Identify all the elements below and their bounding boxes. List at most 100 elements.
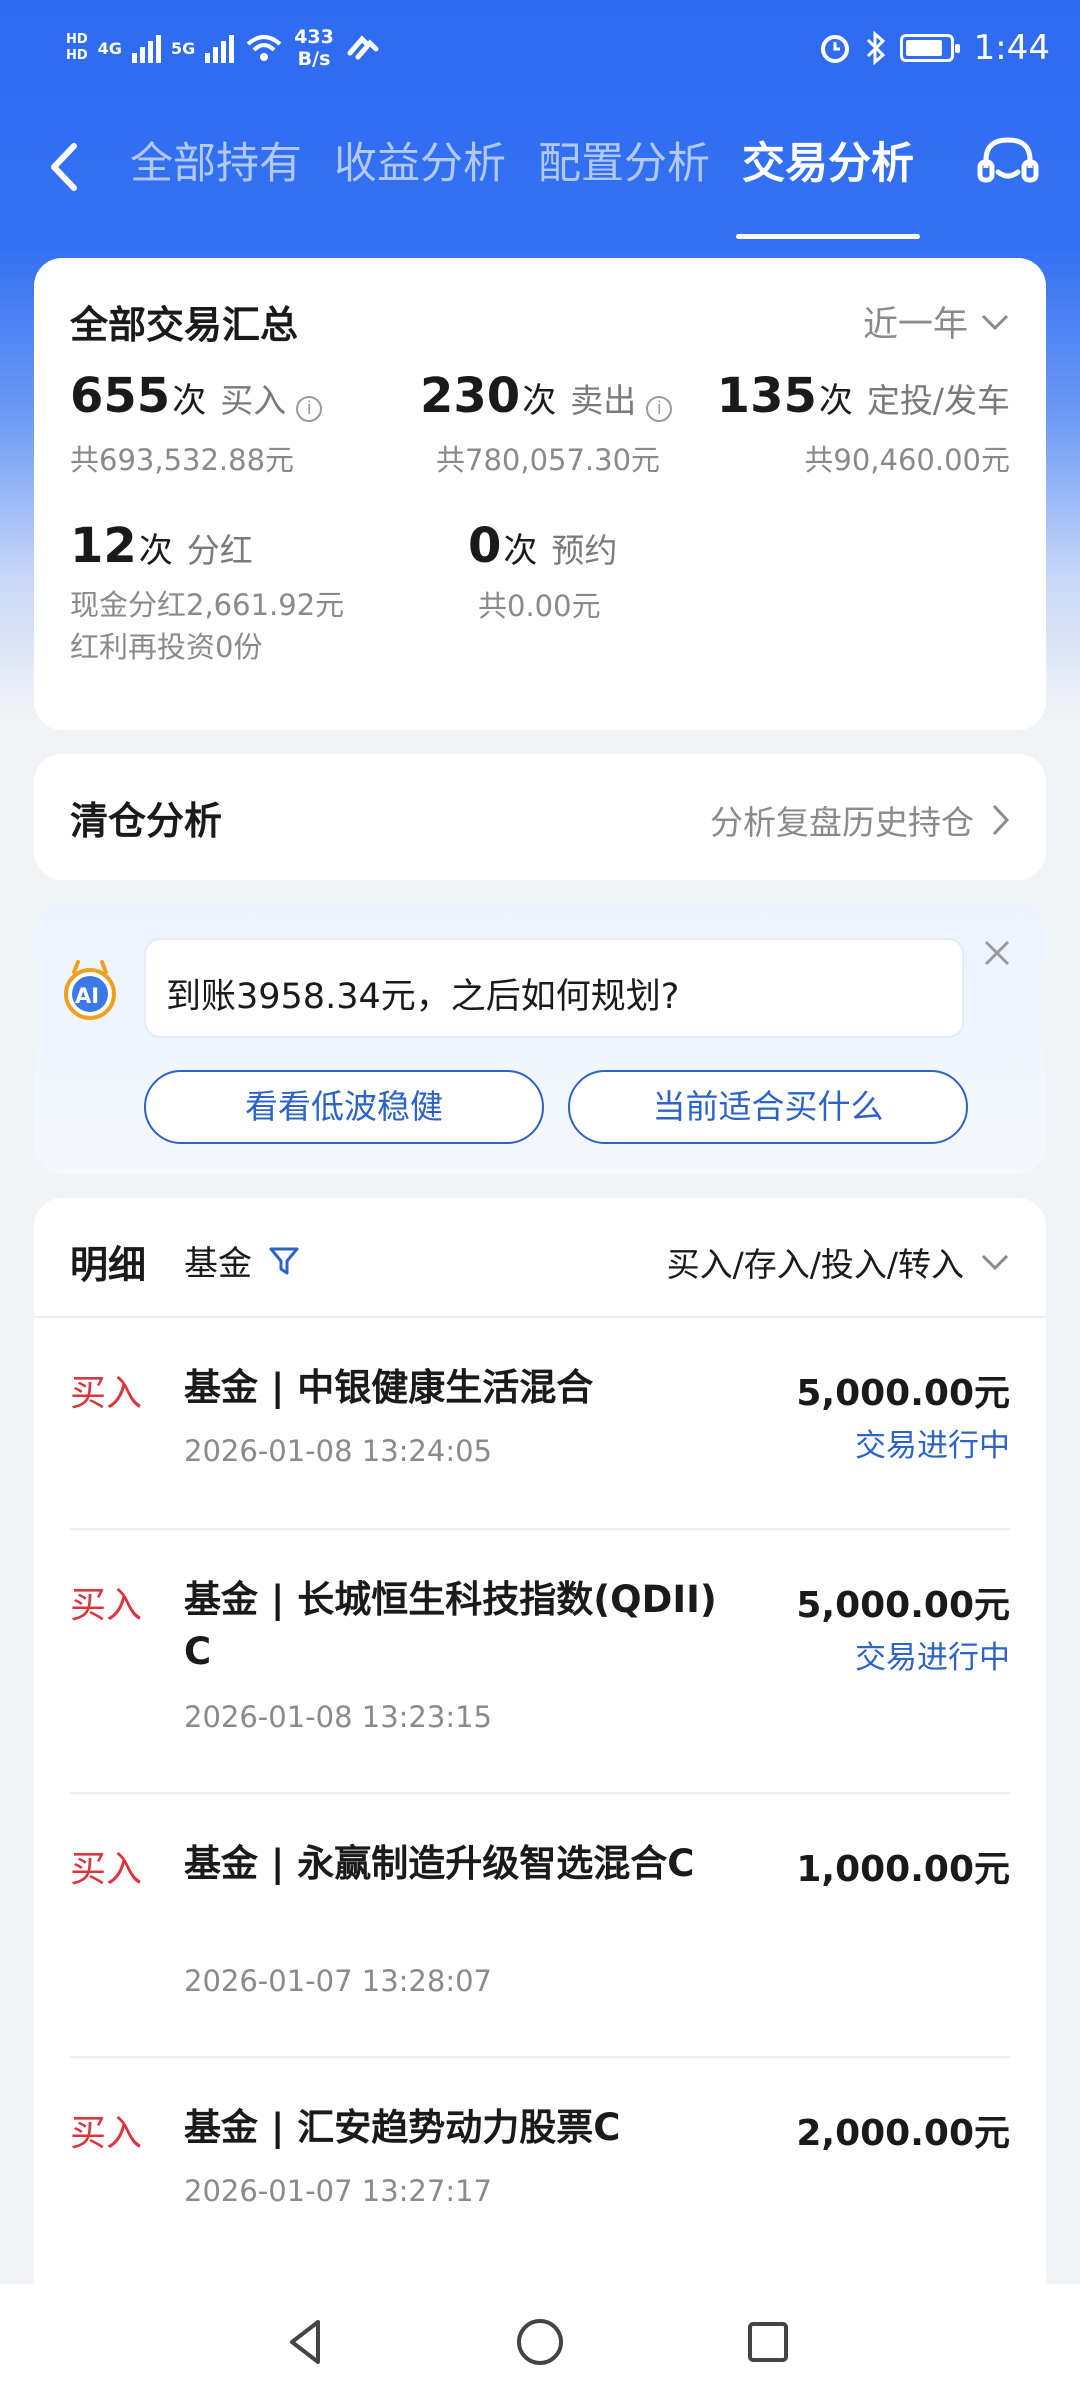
transaction-status: 交易进行中	[855, 1640, 1010, 1676]
summary-title: 全部交易汇总	[70, 303, 299, 347]
transaction-row[interactable]: 买入 基金 | 中银健康生活混合 2026-01-08 13:24:05 5,0…	[70, 1318, 1010, 1530]
tab-profit-analysis[interactable]: 收益分析	[334, 130, 506, 198]
dividend-count: 12	[70, 518, 137, 574]
transaction-type: 买入	[70, 1849, 143, 1890]
regular-count: 135	[716, 368, 817, 424]
speed-unit: B/s	[297, 48, 331, 70]
period-label: 近一年	[862, 305, 968, 345]
sell-label: 卖出	[570, 381, 637, 420]
transaction-amount: 2,000.00元	[796, 2113, 1010, 2154]
filter-icon	[269, 1247, 299, 1274]
regular-total: 共90,460.00元	[804, 443, 1010, 477]
ai-avatar-text: AI	[75, 984, 100, 1008]
transaction-row[interactable]: 买入 基金 | 永赢制造升级智选混合C 2026-01-07 13:28:07 …	[70, 1794, 1010, 2058]
chevron-down-icon	[981, 314, 1009, 330]
reserve-count: 0	[468, 518, 502, 574]
clock: 1:44	[973, 28, 1050, 68]
buy-count: 655	[70, 368, 171, 424]
battery-icon	[899, 34, 960, 62]
transaction-time: 2026-01-08 13:23:15	[184, 1700, 492, 1734]
transaction-row[interactable]: 买入 基金 | 长城恒生科技指数(QDII)C 2026-01-08 13:23…	[70, 1530, 1010, 1794]
ai-message-bubble[interactable]: 到账3958.34元，之后如何规划?	[144, 938, 964, 1038]
clear-analysis-link-label: 分析复盘历史持仓	[710, 803, 974, 842]
reserve-unit: 次	[503, 531, 538, 571]
trade-summary-card: 全部交易汇总 近一年 655 次 买入 i 共693,532.88元 230 次…	[34, 258, 1046, 730]
hd-label-top: HD	[66, 32, 88, 47]
fund-filter[interactable]: 基金	[184, 1236, 300, 1285]
transaction-type: 买入	[70, 2113, 143, 2154]
info-icon[interactable]: i	[646, 396, 673, 422]
back-arrow-icon[interactable]	[38, 132, 88, 202]
close-icon[interactable]	[982, 938, 1012, 968]
sell-unit: 次	[522, 381, 557, 421]
detail-title: 明细	[70, 1243, 147, 1287]
dividend-cash: 现金分红2,661.92元	[70, 588, 345, 622]
hd-label-bottom: HD	[66, 48, 88, 63]
what-to-buy-button[interactable]: 当前适合买什么	[568, 1070, 968, 1144]
clear-analysis-card[interactable]: 清仓分析 分析复盘历史持仓	[34, 754, 1046, 880]
signal-icon-2	[205, 33, 235, 63]
detail-header: 明细 基金 买入/存入/投入/转入	[34, 1198, 1046, 1318]
tab-all-holdings[interactable]: 全部持有	[130, 130, 302, 198]
transaction-time: 2026-01-07 13:27:17	[184, 2174, 492, 2208]
reserve-label: 预约	[551, 531, 618, 570]
customer-service-icon[interactable]	[972, 128, 1044, 200]
transaction-amount: 1,000.00元	[796, 1849, 1010, 1890]
fund-name: 基金 | 长城恒生科技指数(QDII)C	[184, 1578, 717, 1673]
ai-message: 到账3958.34元，之后如何规划?	[166, 977, 680, 1017]
transaction-detail-card: 明细 基金 买入/存入/投入/转入 买入 基金 | 中银健康生活混合 2026-…	[34, 1198, 1046, 2298]
bluetooth-icon	[866, 31, 885, 65]
reserve-total: 共0.00元	[478, 589, 601, 623]
clear-analysis-link[interactable]: 分析复盘历史持仓	[710, 796, 1010, 844]
buy-label: 买入	[220, 381, 287, 420]
sell-total: 共780,057.30元	[436, 443, 661, 477]
nav-back-icon[interactable]	[278, 2312, 338, 2372]
alarm-icon	[820, 35, 849, 63]
chevron-down-icon	[981, 1254, 1009, 1271]
transaction-list: 买入 基金 | 中银健康生活混合 2026-01-08 13:24:05 5,0…	[70, 1318, 1010, 2270]
tab-allocation-analysis[interactable]: 配置分析	[538, 130, 710, 198]
regular-label: 定投/发车	[866, 381, 1010, 420]
buy-unit: 次	[172, 381, 207, 421]
fund-name: 基金 | 中银健康生活混合	[184, 1366, 594, 1409]
transaction-type-filter[interactable]: 买入/存入/投入/转入	[667, 1238, 1010, 1286]
transaction-time: 2026-01-08 13:24:05	[184, 1434, 492, 1468]
top-navigation: 全部持有 收益分析 配置分析 交易分析	[0, 110, 1080, 239]
stat-dividend[interactable]: 12 次 分红 现金分红2,661.92元 红利再投资0份	[70, 518, 344, 668]
sell-count: 230	[420, 368, 521, 424]
transaction-type: 买入	[70, 1373, 143, 1414]
speed-value: 433	[294, 26, 334, 48]
network-speed: 433 B/s	[294, 26, 334, 70]
dividend-reinvest: 红利再投资0份	[70, 630, 263, 664]
nav-recents-icon[interactable]	[738, 2312, 798, 2372]
buy-total: 共693,532.88元	[70, 443, 295, 477]
stat-regular-invest[interactable]: 135 次 定投/发车 共90,460.00元	[717, 368, 1010, 482]
transaction-type: 买入	[70, 1585, 143, 1626]
chevron-right-icon	[992, 804, 1010, 836]
fund-name: 基金 | 汇安趋势动力股票C	[184, 2106, 621, 2149]
stat-reservation[interactable]: 0 次 预约 共0.00元	[468, 518, 617, 628]
stat-buy[interactable]: 655 次 买入 i 共693,532.88元	[70, 368, 323, 482]
info-icon[interactable]: i	[296, 396, 323, 422]
hd-indicator: HD HD	[66, 32, 88, 64]
stat-sell[interactable]: 230 次 卖出 i 共780,057.30元	[420, 368, 673, 482]
low-volatility-button[interactable]: 看看低波稳健	[144, 1070, 544, 1144]
transaction-time: 2026-01-07 13:28:07	[184, 1964, 492, 1998]
dividend-label: 分红	[186, 531, 253, 570]
tab-trade-analysis[interactable]: 交易分析	[736, 130, 920, 239]
tab-bar: 全部持有 收益分析 配置分析 交易分析	[130, 130, 920, 239]
period-selector[interactable]: 近一年	[863, 296, 1010, 347]
link-icon	[347, 35, 379, 60]
type-filter-label: 买入/存入/投入/转入	[666, 1245, 964, 1284]
fund-name: 基金 | 永赢制造升级智选混合C	[184, 1842, 695, 1885]
network-type-1: 4G	[97, 38, 122, 58]
clear-analysis-title: 清仓分析	[70, 799, 223, 843]
transaction-amount: 5,000.00元	[796, 1585, 1010, 1626]
nav-home-icon[interactable]	[510, 2312, 570, 2372]
dividend-unit: 次	[138, 531, 173, 571]
system-navigation-bar	[0, 2284, 1080, 2400]
transaction-row[interactable]: 买入 基金 | 汇安趋势动力股票C 2026-01-07 13:27:17 2,…	[70, 2058, 1010, 2270]
fund-filter-label: 基金	[184, 1244, 252, 1284]
ai-suggestion-card: AI 到账3958.34元，之后如何规划? 看看低波稳健 当前适合买什么	[34, 902, 1046, 1174]
transaction-status: 交易进行中	[855, 1428, 1010, 1464]
